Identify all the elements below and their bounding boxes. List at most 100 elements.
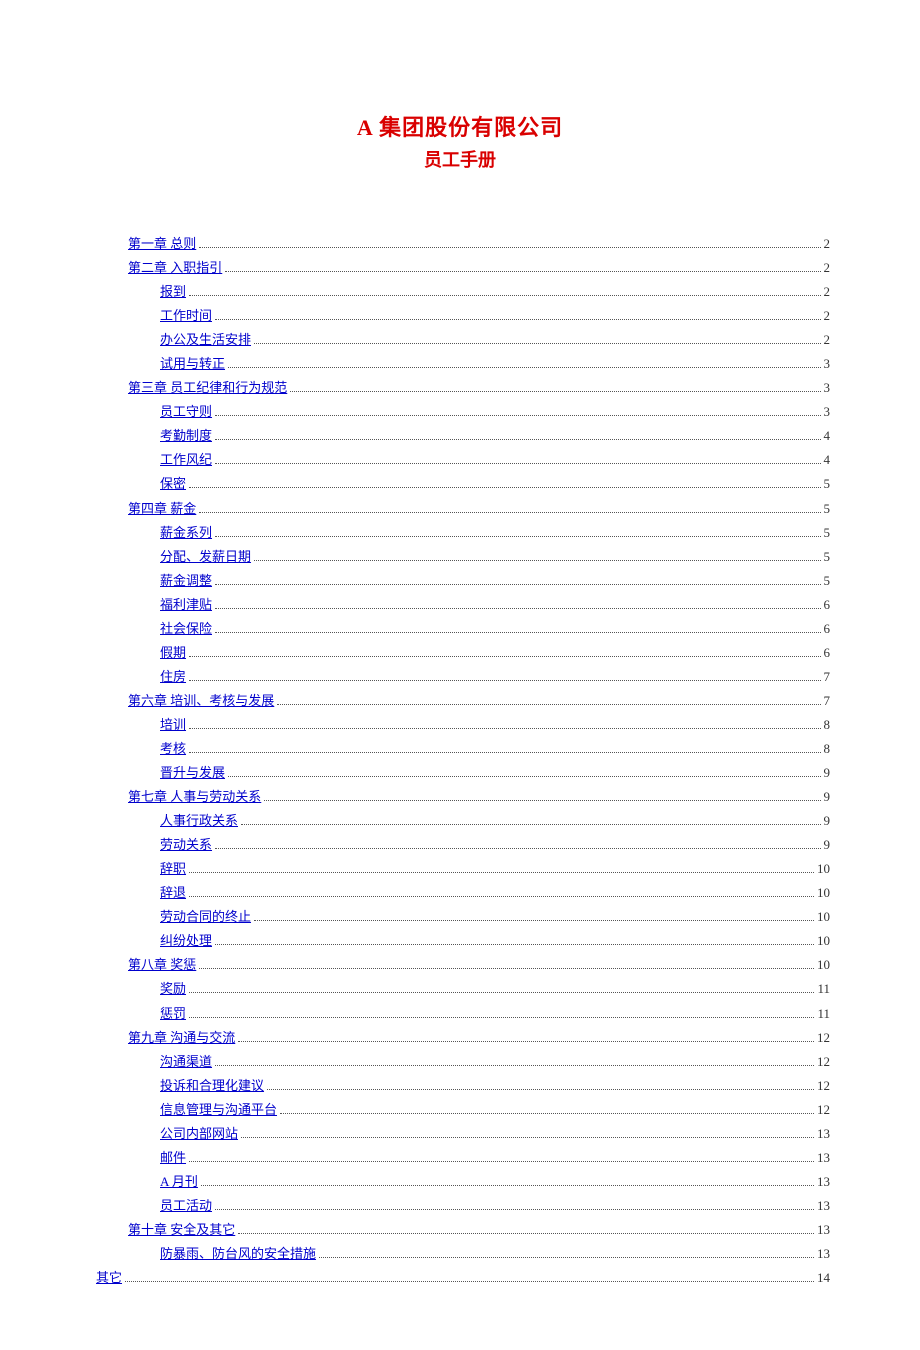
toc-link[interactable]: 员工守则	[160, 400, 212, 424]
toc-row: 沟通渠道12	[90, 1050, 830, 1074]
toc-page-number: 5	[824, 569, 831, 593]
toc-link[interactable]: 人事行政关系	[160, 809, 238, 833]
toc-leader-dots	[189, 295, 820, 296]
toc-link[interactable]: 第一章 总则	[128, 232, 196, 256]
toc-link[interactable]: 保密	[160, 472, 186, 496]
toc-page-number: 14	[817, 1266, 830, 1290]
toc-link[interactable]: 住房	[160, 665, 186, 689]
toc-leader-dots	[280, 1113, 814, 1114]
toc-link[interactable]: 第八章 奖惩	[128, 953, 196, 977]
toc-link[interactable]: 工作风纪	[160, 448, 212, 472]
toc-link[interactable]: 邮件	[160, 1146, 186, 1170]
toc-row: 薪金调整 5	[90, 569, 830, 593]
toc-row: 第三章 员工纪律和行为规范3	[90, 376, 830, 400]
toc-row: 人事行政关系 9	[90, 809, 830, 833]
toc-link[interactable]: 第六章 培训、考核与发展	[128, 689, 274, 713]
toc-row: 报到2	[90, 280, 830, 304]
toc-link[interactable]: 劳动关系	[160, 833, 212, 857]
toc-link[interactable]: 第十章 安全及其它	[128, 1218, 235, 1242]
toc-page-number: 10	[817, 953, 830, 977]
toc-page-number: 5	[824, 472, 831, 496]
toc-leader-dots	[215, 584, 820, 585]
toc-leader-dots	[189, 656, 820, 657]
toc-row: 考勤制度 4	[90, 424, 830, 448]
toc-row: 保密 5	[90, 472, 830, 496]
toc-row: 第二章 入职指引2	[90, 256, 830, 280]
toc-leader-dots	[189, 487, 820, 488]
toc-row: 劳动关系 9	[90, 833, 830, 857]
toc-page-number: 13	[817, 1170, 830, 1194]
toc-link[interactable]: 第九章 沟通与交流	[128, 1026, 235, 1050]
toc-row: 防暴雨、防台风的安全措施13	[90, 1242, 830, 1266]
toc-row: 员工守则 3	[90, 400, 830, 424]
toc-link[interactable]: 试用与转正	[160, 352, 225, 376]
toc-row: 第九章 沟通与交流 12	[90, 1026, 830, 1050]
toc-link[interactable]: 员工活动	[160, 1194, 212, 1218]
toc-link[interactable]: 沟通渠道	[160, 1050, 212, 1074]
toc-page-number: 6	[824, 593, 831, 617]
toc-link[interactable]: 第三章 员工纪律和行为规范	[128, 376, 287, 400]
toc-link[interactable]: 惩罚	[160, 1002, 186, 1026]
toc-page-number: 3	[824, 400, 831, 424]
toc-link[interactable]: 办公及生活安排	[160, 328, 251, 352]
toc-link[interactable]: 报到	[160, 280, 186, 304]
toc-link[interactable]: 信息管理与沟通平台	[160, 1098, 277, 1122]
toc-link[interactable]: 纠纷处理	[160, 929, 212, 953]
toc-link[interactable]: 辞退	[160, 881, 186, 905]
toc-link[interactable]: 假期	[160, 641, 186, 665]
toc-page-number: 2	[824, 304, 831, 328]
toc-link[interactable]: 薪金调整	[160, 569, 212, 593]
toc-leader-dots	[238, 1233, 814, 1234]
toc-link[interactable]: 晋升与发展	[160, 761, 225, 785]
toc-leader-dots	[199, 968, 814, 969]
toc-leader-dots	[215, 632, 820, 633]
toc-link[interactable]: 第二章 入职指引	[128, 256, 222, 280]
toc-link[interactable]: 考勤制度	[160, 424, 212, 448]
toc-row: 分配、发薪日期5	[90, 545, 830, 569]
toc-link[interactable]: 福利津贴	[160, 593, 212, 617]
toc-page-number: 4	[824, 424, 831, 448]
toc-link[interactable]: 防暴雨、防台风的安全措施	[160, 1242, 316, 1266]
toc-row: 其它 14	[90, 1266, 830, 1290]
toc-leader-dots	[215, 439, 820, 440]
toc-link[interactable]: 第七章 人事与劳动关系	[128, 785, 261, 809]
toc-row: 第六章 培训、考核与发展7	[90, 689, 830, 713]
toc-link[interactable]: 奖励	[160, 977, 186, 1001]
toc-page-number: 9	[824, 809, 831, 833]
toc-page-number: 12	[817, 1026, 830, 1050]
toc-link[interactable]: 考核	[160, 737, 186, 761]
toc-leader-dots	[241, 824, 820, 825]
toc-link[interactable]: 社会保险	[160, 617, 212, 641]
toc-link[interactable]: 其它	[96, 1266, 122, 1290]
toc-link[interactable]: 工作时间	[160, 304, 212, 328]
toc-row: 员工活动13	[90, 1194, 830, 1218]
toc-page-number: 6	[824, 641, 831, 665]
toc-row: 考核8	[90, 737, 830, 761]
toc-page-number: 9	[824, 785, 831, 809]
toc-page-number: 12	[817, 1074, 830, 1098]
toc-link[interactable]: 分配、发薪日期	[160, 545, 251, 569]
toc-leader-dots	[189, 872, 814, 873]
toc-link[interactable]: 公司内部网站	[160, 1122, 238, 1146]
toc-leader-dots	[215, 319, 820, 320]
toc-link[interactable]: A 月刊	[160, 1170, 198, 1194]
toc-leader-dots	[215, 608, 820, 609]
toc-row: 邮件 13	[90, 1146, 830, 1170]
toc-link[interactable]: 薪金系列	[160, 521, 212, 545]
toc-leader-dots	[215, 415, 820, 416]
toc-link[interactable]: 劳动合同的终止	[160, 905, 251, 929]
toc-row: 试用与转正3	[90, 352, 830, 376]
toc-page-number: 6	[824, 617, 831, 641]
toc-link[interactable]: 培训	[160, 713, 186, 737]
toc-link[interactable]: 辞职	[160, 857, 186, 881]
toc-page-number: 9	[824, 833, 831, 857]
toc-leader-dots	[189, 992, 814, 993]
toc-leader-dots	[238, 1041, 814, 1042]
toc-page-number: 10	[817, 857, 830, 881]
toc-link[interactable]: 投诉和合理化建议	[160, 1074, 264, 1098]
toc-row: 办公及生活安排2	[90, 328, 830, 352]
toc-row: 薪金系列5	[90, 521, 830, 545]
toc-leader-dots	[254, 343, 820, 344]
toc-link[interactable]: 第四章 薪金	[128, 497, 196, 521]
toc-page-number: 13	[817, 1146, 830, 1170]
